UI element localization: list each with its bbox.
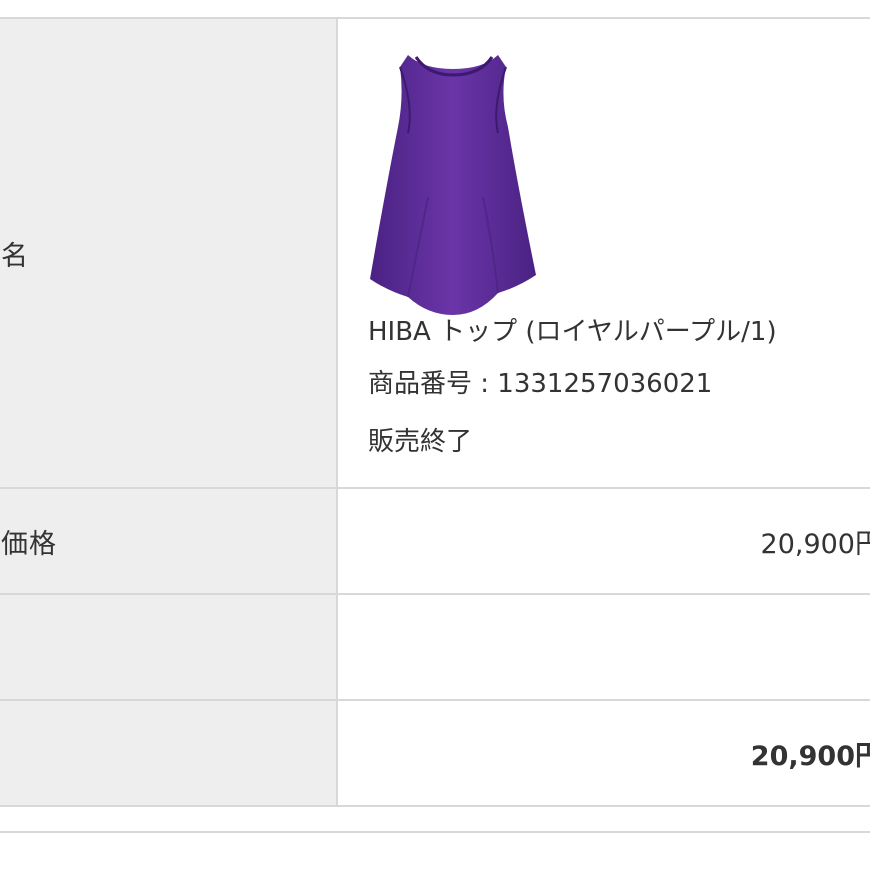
product-detail-cell: HIBA トップ (ロイヤルパープル/1) 商品番号 : 13312570360… xyxy=(340,19,870,487)
product-status: 販売終了 xyxy=(368,427,473,457)
unit-price: 20,900円 xyxy=(760,528,870,560)
price-row: 品価格 20,900円 xyxy=(0,489,870,595)
total-row: 計 20,900円 xyxy=(0,701,870,807)
price-value-cell: 20,900円 xyxy=(340,489,870,593)
price-header: 品価格 xyxy=(0,528,57,560)
product-number: 商品番号 : 1331257036021 xyxy=(368,369,713,399)
quantity-row: 量 xyxy=(0,595,870,701)
product-name-header: 品名 xyxy=(0,240,29,272)
product-name-link[interactable]: HIBA トップ (ロイヤルパープル/1) xyxy=(368,311,777,348)
product-name-header-cell: 品名 xyxy=(0,19,338,487)
section-divider xyxy=(0,831,870,833)
total-header-cell: 計 xyxy=(0,701,338,805)
quantity-value-cell xyxy=(340,595,870,699)
total-header: 計 xyxy=(0,734,1,773)
total-price: 20,900円 xyxy=(750,740,870,772)
product-image[interactable] xyxy=(368,47,538,319)
total-value-cell: 20,900円 xyxy=(340,701,870,805)
quantity-header: 量 xyxy=(0,628,1,667)
product-row: 品名 HIBA トップ (ロイヤルパープル/1) 商品番号 : 13312570… xyxy=(0,19,870,489)
price-header-cell: 品価格 xyxy=(0,489,338,593)
quantity-header-cell: 量 xyxy=(0,595,338,699)
